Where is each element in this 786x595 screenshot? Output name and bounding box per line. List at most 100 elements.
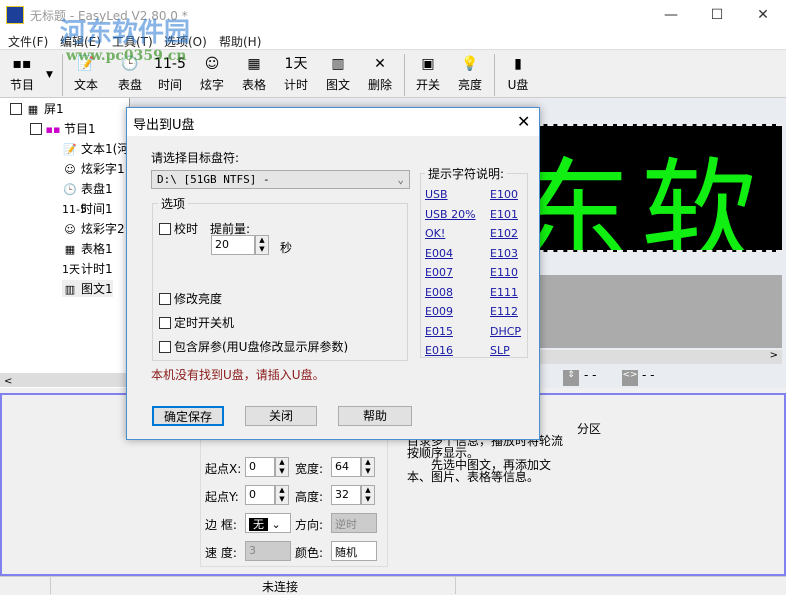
horizontal-align-icon[interactable]: <> <box>622 370 638 386</box>
program-icon: ▪▪ <box>45 123 61 136</box>
speed-label: 速 度: <box>205 546 237 560</box>
hint-link[interactable]: SLP <box>490 344 510 357</box>
toolbar-label: U盘 <box>507 78 529 92</box>
direction-select[interactable]: 逆时 <box>331 513 377 533</box>
hint-link[interactable]: E015 <box>425 325 453 338</box>
bulb-icon: 💡 <box>461 56 479 72</box>
tree-node-program[interactable]: ▪▪ 节目1 <box>30 120 96 137</box>
toolbar-button-delete[interactable]: ✕ 删除 <box>358 52 402 98</box>
hint-link[interactable]: E100 <box>490 188 518 201</box>
tree-item[interactable]: 📝 文本1(河 <box>62 140 129 157</box>
toolbar-button-power[interactable]: ▣ 开关 <box>406 52 450 98</box>
width-stepper[interactable]: ▲ ▼ <box>361 457 375 477</box>
hint-group: 提示字符说明: USB E100 USB 20% E101 OK! E102 E004 E10… <box>420 165 528 358</box>
hint-link[interactable]: E110 <box>490 266 518 279</box>
maximize-button[interactable]: ☐ <box>694 0 740 30</box>
color-select[interactable]: 随机 <box>331 541 377 561</box>
dialog-close-icon[interactable]: ✕ <box>517 112 530 131</box>
toolbar-button-usb[interactable]: ▮ U盘 <box>496 52 540 98</box>
hint-link[interactable]: E112 <box>490 305 518 318</box>
tree-item[interactable]: ▦ 表格1 <box>62 240 113 257</box>
y-stepper[interactable]: ▲ ▼ <box>275 485 289 505</box>
minimize-button[interactable]: — <box>648 0 694 30</box>
checkbox-icon[interactable] <box>30 123 42 135</box>
hint-link[interactable]: OK! <box>425 227 445 240</box>
tree-horizontal-scrollbar[interactable]: < <box>0 373 130 387</box>
tree-item-icon: ▥ <box>64 283 76 296</box>
toolbar-separator <box>62 54 63 96</box>
confirm-save-button[interactable]: 确定保存 <box>152 406 224 426</box>
advance-input[interactable]: 20 <box>211 235 255 255</box>
smiley-icon: ☺ <box>204 56 220 72</box>
hint-link[interactable]: USB 20% <box>425 208 476 221</box>
toolbar-label: 删除 <box>367 78 392 92</box>
toolbar-button-table[interactable]: ▦ 表格 <box>232 52 276 98</box>
x-input[interactable]: 0 <box>245 457 275 477</box>
y-input[interactable]: 0 <box>245 485 275 505</box>
hint-link[interactable]: E016 <box>425 344 453 357</box>
hint-link[interactable]: E008 <box>425 286 453 299</box>
menu-help[interactable]: 帮助(H) <box>219 33 261 50</box>
hint-link[interactable]: E103 <box>490 247 518 260</box>
tree-item-icon: ☺ <box>64 163 76 176</box>
menu-file[interactable]: 文件(F) <box>8 33 48 50</box>
program-tree[interactable]: ▦ 屏1 ▪▪ 节目1 📝 文本1(河 ☺ 炫彩字1 🕒 表盘1 11-5时间1 ☺ 炫彩字2 ▦ 表格… <box>0 98 130 388</box>
timer-switch-checkbox[interactable]: 定时开关机 <box>159 314 234 331</box>
tree-item[interactable]: 1天计时1 <box>62 260 113 277</box>
connection-status: 未连接 <box>262 580 299 594</box>
hint-link[interactable]: E009 <box>425 305 453 318</box>
chevron-down-icon: ⌄ <box>397 173 404 186</box>
width-label: 宽度: <box>295 462 324 476</box>
height-input[interactable]: 32 <box>331 485 361 505</box>
sync-time-checkbox[interactable]: 校时 <box>159 220 198 237</box>
tree-item[interactable]: ☺ 炫彩字2 <box>62 220 124 237</box>
toolbar-label: 计时 <box>283 78 308 92</box>
toolbar-button-program[interactable]: ▪▪ 节目 <box>0 52 44 98</box>
tree-item-icon: 11-5 <box>62 203 87 216</box>
toolbar-label: 亮度 <box>457 78 482 92</box>
hint-link[interactable]: DHCP <box>490 325 521 338</box>
width-input[interactable]: 64 <box>331 457 361 477</box>
x-stepper[interactable]: ▲ ▼ <box>275 457 289 477</box>
height-label: 高度: <box>295 490 324 504</box>
border-select[interactable]: 无 ⌄ <box>245 513 291 533</box>
hint-link[interactable]: E102 <box>490 227 518 240</box>
toolbar-label: 时间 <box>157 78 182 92</box>
toolbar-button-bulb[interactable]: 💡 亮度 <box>448 52 492 98</box>
table-icon: ▦ <box>247 56 261 72</box>
program-dropdown-icon[interactable]: ▼ <box>46 70 53 80</box>
hint-link[interactable]: E111 <box>490 286 518 299</box>
hint-link[interactable]: E007 <box>425 266 453 279</box>
help-button[interactable]: 帮助 <box>338 406 412 426</box>
toolbar-button-smiley[interactable]: ☺ 炫字 <box>190 52 234 98</box>
height-stepper[interactable]: ▲ ▼ <box>361 485 375 505</box>
brightness-checkbox[interactable]: 修改亮度 <box>159 290 222 307</box>
seconds-label: 秒 <box>280 241 293 255</box>
hint-link[interactable]: E101 <box>490 208 518 221</box>
toolbar-button-timer[interactable]: 1天 计时 <box>274 52 318 98</box>
hint-link[interactable]: USB <box>425 188 448 201</box>
toolbar-button-picture-text[interactable]: ▥ 图文 <box>316 52 360 98</box>
advance-stepper[interactable]: ▲ ▼ <box>255 235 269 255</box>
delete-icon: ✕ <box>374 56 386 72</box>
toolbar-label: 表盘 <box>117 78 142 92</box>
vertical-value: - - <box>584 368 597 382</box>
hint-link[interactable]: E004 <box>425 247 453 260</box>
tree-node-screen[interactable]: ▦ 屏1 <box>10 100 64 117</box>
close-dialog-button[interactable]: 关闭 <box>245 406 317 426</box>
toolbar-label: 图文 <box>325 78 350 92</box>
watermark-url: www.pc0359.cn <box>66 48 187 64</box>
checkbox-icon[interactable] <box>10 103 22 115</box>
dialog-title-bar: 导出到U盘 ✕ <box>127 108 539 136</box>
close-button[interactable]: ✕ <box>740 0 786 30</box>
tree-item[interactable]: 🕒 表盘1 <box>62 180 113 197</box>
screen-params-checkbox[interactable]: 包含屏参(用U盘修改显示屏参数) <box>159 338 348 355</box>
tree-item[interactable]: 11-5时间1 <box>62 200 113 217</box>
tree-item[interactable]: ☺ 炫彩字1 <box>62 160 124 177</box>
tree-item-icon: ☺ <box>64 223 76 236</box>
drive-select[interactable]: D:\ [51GB NTFS] - ⌄ <box>151 170 410 189</box>
vertical-align-icon[interactable]: ⇕ <box>563 370 579 386</box>
power-icon: ▣ <box>421 56 435 72</box>
speed-select[interactable]: 3 <box>245 541 291 561</box>
tree-item[interactable]: ▥ 图文1 <box>62 280 113 297</box>
